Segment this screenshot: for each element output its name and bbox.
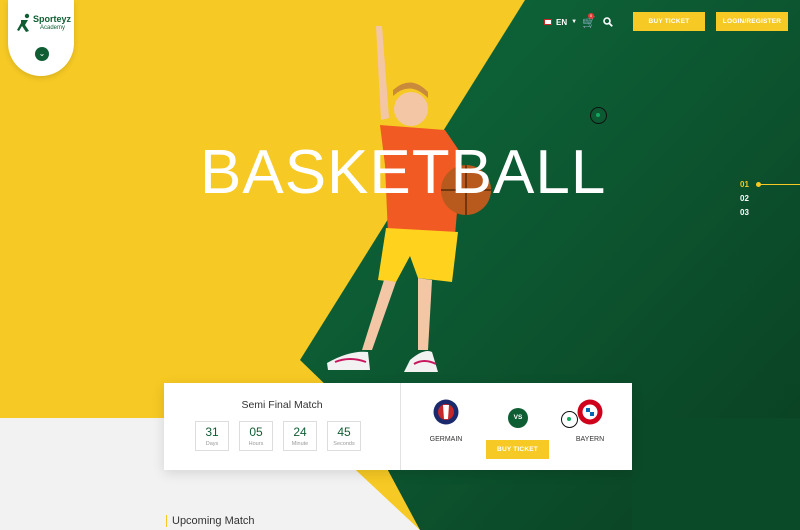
team-b-name: BAYERN (575, 436, 605, 443)
runner-logo-icon (17, 13, 30, 32)
cart-button[interactable]: 🛒 0 (582, 13, 596, 31)
bayern-crest-icon (577, 399, 603, 425)
slide-1-button[interactable]: 01 (740, 178, 749, 192)
team-germain: GERMAIN (416, 399, 476, 443)
countdown-hours: 05 Hours (239, 421, 273, 451)
countdown-label: Minute (291, 441, 309, 447)
match-card: Semi Final Match 31 Days 05 Hours 24 Min… (164, 383, 632, 470)
slide-3-button[interactable]: 03 (740, 206, 749, 220)
countdown-value: 45 (337, 425, 351, 439)
active-slide-line (758, 184, 800, 185)
buy-ticket-button[interactable]: BUY TICKET (633, 12, 705, 31)
countdown-days: 31 Days (195, 421, 229, 451)
vs-badge: VS (508, 408, 528, 428)
countdown: 31 Days 05 Hours 24 Minute 45 Seconds (195, 421, 361, 451)
search-icon (603, 17, 613, 27)
language-selector[interactable]: EN ▼ (544, 13, 577, 31)
team-a-name: GERMAIN (429, 436, 463, 443)
slider-pagination: 01 02 03 (740, 178, 800, 220)
countdown-seconds: 45 Seconds (327, 421, 361, 451)
countdown-value: 05 (249, 425, 263, 439)
countdown-label: Hours (248, 441, 264, 447)
caret-down-icon: ▼ (571, 19, 578, 25)
countdown-label: Days (205, 441, 219, 447)
cursor-ring-icon (590, 107, 607, 124)
uk-flag-icon (544, 19, 552, 25)
hero-title: BASKETBALL (200, 138, 607, 207)
upcoming-match-heading: Upcoming Match (166, 515, 255, 527)
match-buy-ticket-button[interactable]: BUY TICKET (486, 440, 549, 459)
login-register-button[interactable]: LOGIN/REGISTER (716, 12, 788, 31)
cart-count-badge: 0 (588, 13, 594, 19)
countdown-minutes: 24 Minute (283, 421, 317, 451)
card-divider (400, 383, 401, 470)
countdown-label: Seconds (333, 441, 355, 447)
search-button[interactable] (603, 13, 613, 31)
language-label: EN (556, 17, 568, 27)
brand-subtitle: Academy (40, 25, 66, 31)
match-title: Semi Final Match (241, 399, 323, 411)
brand-logo-tab[interactable]: Sporteyz Academy ⌄ (8, 0, 74, 76)
brand-name: Sporteyz (33, 14, 72, 24)
countdown-value: 24 (293, 425, 307, 439)
countdown-value: 31 (205, 425, 219, 439)
chevron-down-icon[interactable]: ⌄ (35, 47, 49, 61)
cursor-ring-icon (561, 411, 578, 428)
psg-crest-icon (433, 399, 459, 425)
slide-2-button[interactable]: 02 (740, 192, 749, 206)
